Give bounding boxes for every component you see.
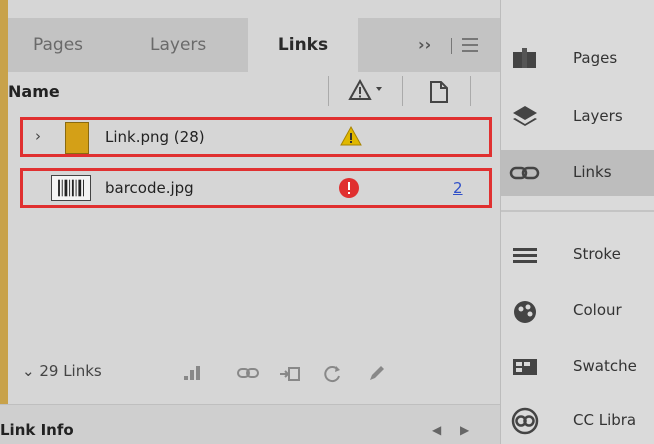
link-info-bar: Link Info ◀ ▶: [0, 404, 500, 444]
dock-label-links: Links: [573, 163, 612, 181]
dock-label-swatches: Swatche: [573, 357, 637, 375]
dock-label-stroke: Stroke: [573, 245, 621, 263]
update-link-icon[interactable]: [320, 362, 344, 384]
column-divider: [470, 76, 471, 106]
tab-pages[interactable]: Pages: [33, 18, 83, 72]
relink-icon[interactable]: [236, 362, 260, 384]
link-name: barcode.jpg: [105, 179, 194, 197]
edit-original-icon[interactable]: [366, 362, 390, 384]
links-count: 29 Links: [39, 362, 102, 380]
tab-links[interactable]: Links: [248, 18, 358, 72]
status-column-icon[interactable]: [348, 78, 386, 104]
link-row[interactable]: barcode.jpg 2: [20, 168, 492, 208]
dock-label-colour: Colour: [573, 301, 622, 319]
panel-tab-bar: Pages Layers Links ››: [8, 18, 500, 72]
missing-link-icon: [339, 178, 359, 198]
dock-label-cc-libraries: CC Libra: [573, 411, 637, 429]
stroke-icon: [513, 248, 537, 263]
link-thumbnail: [65, 122, 89, 154]
swatches-icon: [513, 359, 537, 375]
dock-item-swatches[interactable]: Swatche: [501, 344, 654, 390]
links-icon: [509, 166, 540, 180]
link-row[interactable]: › Link.png (28): [20, 117, 492, 157]
dock-item-links[interactable]: Links: [501, 150, 654, 196]
tab-separator: [451, 38, 452, 54]
tab-layers[interactable]: Layers: [150, 18, 206, 72]
dock-divider: [501, 210, 654, 212]
link-name: Link.png (28): [105, 128, 205, 146]
links-toolbar: ⌄ 29 Links: [8, 348, 500, 398]
column-divider: [402, 76, 403, 106]
page-number-link[interactable]: 2: [453, 179, 463, 197]
column-name[interactable]: Name: [8, 82, 60, 101]
dock-item-stroke[interactable]: Stroke: [501, 232, 654, 278]
link-info-label: Link Info: [0, 421, 74, 439]
page-column-icon[interactable]: [428, 80, 450, 104]
next-link-button[interactable]: ▶: [460, 423, 469, 437]
pages-icon: [513, 48, 536, 68]
dock-item-pages[interactable]: Pages: [501, 36, 654, 82]
links-count-toggle[interactable]: ⌄ 29 Links: [22, 362, 102, 380]
cc-libraries-icon: [511, 407, 539, 435]
panel-edge: [0, 0, 8, 444]
dock-item-cc-libraries[interactable]: CC Libra: [501, 398, 654, 444]
overflow-tabs-button[interactable]: ››: [418, 18, 431, 72]
cc-library-icon[interactable]: [180, 362, 204, 384]
panel-menu-icon[interactable]: [462, 38, 478, 52]
barcode-thumbnail: [51, 175, 91, 201]
expand-chevron-icon[interactable]: ›: [35, 127, 41, 145]
collapsed-panels-dock: Pages Layers Links Stroke Colour Swatche…: [500, 0, 654, 444]
dock-label-pages: Pages: [573, 49, 618, 67]
column-divider: [328, 76, 329, 106]
dock-item-layers[interactable]: Layers: [501, 94, 654, 140]
warning-icon: [340, 125, 362, 146]
links-panel: Pages Layers Links ›› Name › Link.png (2…: [0, 0, 500, 444]
column-header: Name: [8, 72, 500, 112]
go-to-link-icon[interactable]: [278, 362, 302, 384]
colour-icon: [514, 301, 536, 323]
dock-item-colour[interactable]: Colour: [501, 288, 654, 334]
previous-link-button[interactable]: ◀: [432, 423, 441, 437]
layers-icon: [513, 106, 537, 126]
dock-label-layers: Layers: [573, 107, 623, 125]
